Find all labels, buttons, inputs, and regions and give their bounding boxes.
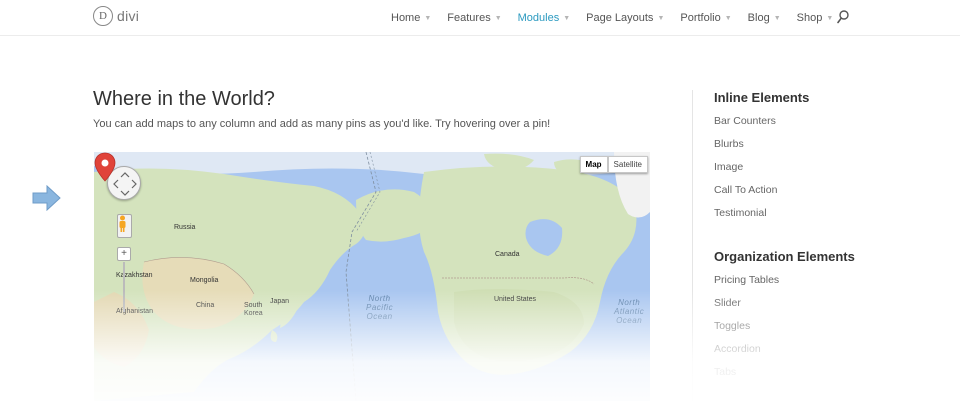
map-label-korea: Korea [244,310,263,317]
chevron-down-icon: ▼ [424,14,432,22]
nav-item-features[interactable]: Features ▼ [447,12,501,24]
sidebar-link-pricing-tables[interactable]: Pricing Tables [714,274,960,297]
nav-label: Features [447,12,491,24]
map-tiles [94,152,650,401]
map-label-japan: Japan [270,298,290,305]
map-label-united-states: United States [494,296,537,303]
map-pin-icon[interactable] [94,152,116,182]
nav-label: Shop [796,12,823,24]
map-label-north-pacific: North Pacific Ocean [366,294,393,321]
intro-text: You can add maps to any column and add a… [93,118,551,130]
sidebar-link-accordion[interactable]: Accordion [714,343,960,366]
organization-elements-list: Pricing Tables Slider Toggles Accordion … [714,274,960,389]
search-icon[interactable] [837,10,849,24]
pegman-icon[interactable] [117,214,132,238]
map-type-map-button[interactable]: Map [579,156,608,173]
logo-text: divi [117,8,140,24]
sidebar-link-slider[interactable]: Slider [714,297,960,320]
chevron-down-icon: ▼ [657,14,665,22]
ocean-label-line: Ocean [616,316,643,325]
arrow-right-icon[interactable] [32,185,62,211]
nav-label: Portfolio [680,12,721,24]
sidebar-link-call-to-action[interactable]: Call To Action [714,184,960,207]
widget-title-inline: Inline Elements [714,90,810,105]
chevron-down-icon: ▼ [494,14,502,22]
nav-item-home[interactable]: Home ▼ [391,12,431,24]
page-title: Where in the World? [93,88,275,110]
nav-label: Page Layouts [586,12,654,24]
map-type-control: Map Satellite [579,156,648,173]
widget-title-organization: Organization Elements [714,249,855,264]
site-header: D divi Home ▼ Features ▼ Modules ▼ Page Lay… [0,0,960,36]
map-label-kazakhstan: Kazakhstan [116,272,153,279]
sidebar-link-toggles[interactable]: Toggles [714,320,960,343]
nav-item-modules[interactable]: Modules ▼ [518,12,571,24]
nav-item-blog[interactable]: Blog ▼ [748,12,781,24]
map-label-china: China [196,302,215,309]
nav-item-page-layouts[interactable]: Page Layouts ▼ [586,12,664,24]
inline-elements-list: Bar Counters Blurbs Image Call To Action… [714,115,960,230]
logo-mark: D [93,6,113,26]
nav-label: Modules [517,12,560,24]
ocean-label-line: Ocean [366,312,393,321]
logo[interactable]: D divi [93,6,139,26]
widget-spacer [714,230,960,249]
zoom-slider[interactable] [123,262,125,312]
zoom-in-button[interactable]: + [117,247,131,261]
map-label-south: South [244,302,263,309]
chevron-down-icon: ▼ [724,14,732,22]
map-label-mongolia: Mongolia [190,277,219,284]
sidebar-link-blurbs[interactable]: Blurbs [714,138,960,161]
sidebar-link-testimonial[interactable]: Testimonial [714,207,960,230]
map-label-russia: Russia [174,224,196,231]
map-label-afghanistan: Afghanistan [116,308,153,315]
sidebar-link-tabs[interactable]: Tabs [714,366,960,389]
nav-label: Blog [747,12,770,24]
sidebar-link-image[interactable]: Image [714,161,960,184]
nav-item-shop[interactable]: Shop ▼ [797,12,834,24]
sidebar-link-bar-counters[interactable]: Bar Counters [714,115,960,138]
nav-label: Home [391,12,421,24]
chevron-down-icon: ▼ [563,14,571,22]
chevron-down-icon: ▼ [773,14,781,22]
sidebar: Inline Elements Bar Counters Blurbs Imag… [692,90,960,401]
map-embed[interactable]: Russia Kazakhstan Mongolia China Afghani… [94,152,650,401]
ocean-label-line: Atlantic [614,307,645,316]
map-label-canada: Canada [495,251,520,258]
ocean-label-line: Pacific [366,303,394,312]
chevron-down-icon: ▼ [826,14,834,22]
nav-item-portfolio[interactable]: Portfolio ▼ [680,12,731,24]
main-nav: Home ▼ Features ▼ Modules ▼ Page Layouts ▼ P… [391,0,849,36]
ocean-label-line: North [368,294,391,303]
map-type-satellite-button[interactable]: Satellite [607,156,648,173]
ocean-label-line: North [618,298,641,307]
map-label-north-atlantic: North Atlantic Ocean [614,298,644,325]
